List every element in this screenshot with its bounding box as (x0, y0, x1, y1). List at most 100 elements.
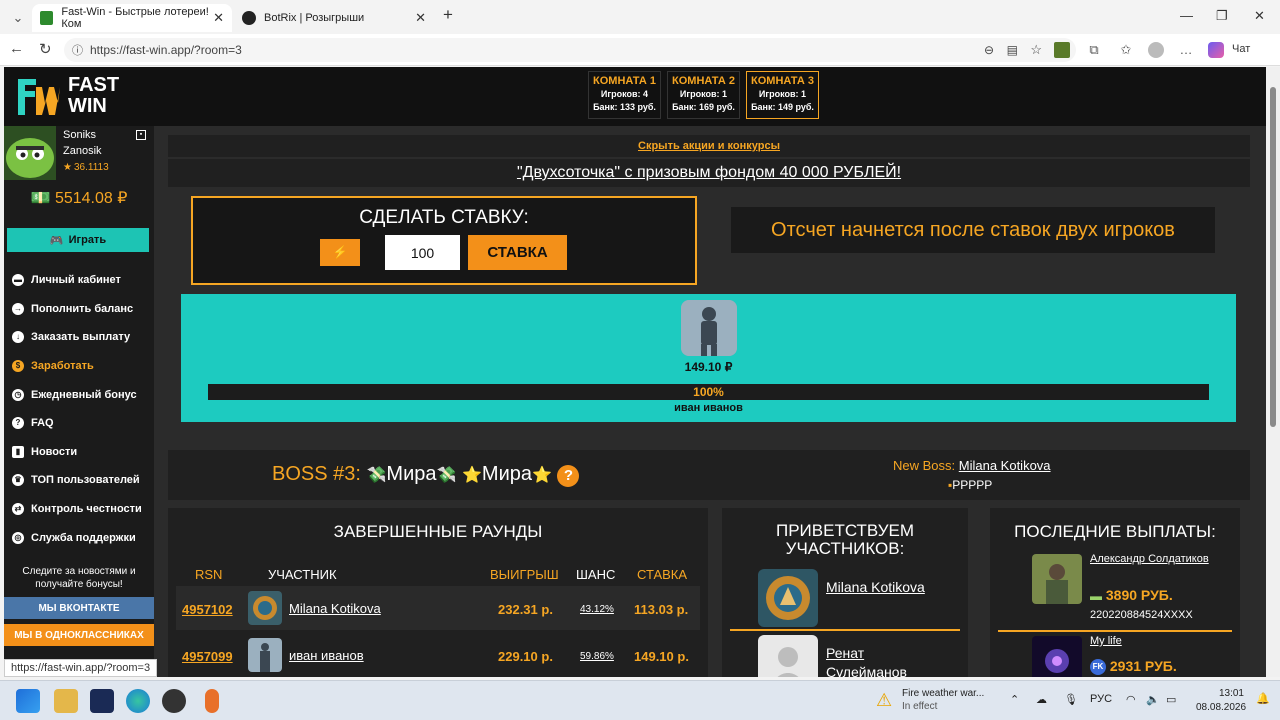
sidebar-item-news[interactable]: ▮ Новости (12, 438, 152, 467)
date-value: 08.08.2026 (1196, 702, 1247, 713)
room-1-tab[interactable]: КОМНАТА 1 Игроков: 4 Банк: 133 руб. (588, 71, 661, 119)
sidebar-item-deposit[interactable]: → Пополнить баланс (12, 295, 152, 324)
profile-icon[interactable] (1148, 42, 1164, 58)
close-tab-icon[interactable]: ✕ (213, 10, 224, 26)
clock[interactable]: 13:01 08.08.2026 (1196, 687, 1247, 715)
play-label: Играть (68, 234, 107, 246)
sidebar-item-top-users[interactable]: ♛ ТОП пользователей (12, 466, 152, 495)
menu-label: Новости (31, 445, 78, 458)
sidebar-item-faq[interactable]: ? FAQ (12, 409, 152, 438)
room-bank: Банк: 169 руб. (672, 102, 735, 112)
lightning-icon[interactable]: ⚡ (320, 239, 360, 266)
sidebar-item-fairness[interactable]: ⇄ Контроль честности (12, 495, 152, 524)
game-arena: 149.10 ₽ 100% иван иванов (181, 294, 1236, 422)
chat-label[interactable]: Чат (1232, 43, 1250, 55)
sidebar-item-cabinet[interactable]: ▬ Личный кабинет (12, 266, 152, 295)
file-explorer-icon[interactable] (54, 689, 78, 713)
app-icon[interactable] (162, 689, 186, 713)
edge-icon[interactable] (126, 689, 150, 713)
notification-icon[interactable]: 🔔 (1256, 692, 1270, 705)
round-id-link[interactable]: 4957102 (182, 602, 233, 617)
sidebar-menu: ▬ Личный кабинет → Пополнить баланс ↓ Заказ… (12, 266, 152, 552)
promo-banner[interactable]: "Двухсоточка" с призовым фондом 40 000 Р… (168, 159, 1250, 187)
fast-win-favicon-icon (40, 11, 54, 25)
bird-avatar-icon (4, 126, 56, 180)
extensions-icon[interactable]: ⧉ (1086, 42, 1102, 58)
col-rsn: RSN (195, 567, 223, 582)
new-boss-link[interactable]: Milana Kotikova (959, 458, 1051, 473)
sidebar-item-withdraw[interactable]: ↓ Заказать выплату (12, 323, 152, 352)
participant-link[interactable]: Milana Kotikova (289, 601, 381, 616)
app-icon[interactable] (90, 689, 114, 713)
microphone-app-icon[interactable] (205, 689, 219, 713)
avatar[interactable] (4, 126, 56, 180)
payout-user-link[interactable]: Александр Солдатиков (1090, 552, 1230, 567)
maximize-icon[interactable]: ❐ (1216, 8, 1228, 24)
back-icon[interactable]: ← (9, 40, 24, 57)
more-icon[interactable]: … (1178, 42, 1194, 58)
payout-user-link[interactable]: My life (1090, 634, 1230, 649)
microphone-icon[interactable]: 🎙 (1064, 693, 1078, 706)
vk-button[interactable]: МЫ ВКОНТАКТЕ (4, 597, 154, 619)
new-tab-icon[interactable]: + (443, 5, 453, 25)
weather-alert[interactable]: Fire weather war... In effect (902, 687, 984, 713)
start-icon[interactable] (16, 689, 40, 713)
room-3-tab[interactable]: КОМНАТА 3 Игроков: 1 Банк: 149 руб. (746, 71, 819, 119)
tab-botrix[interactable]: BotRix | Розыгрыши ✕ (234, 4, 434, 32)
completed-rounds-panel: ЗАВЕРШЕННЫЕ РАУНДЫ RSN УЧАСТНИК ВЫИГРЫШ … (168, 508, 708, 677)
member-link[interactable]: Milana Kotikova (826, 578, 946, 597)
sidebar-item-support[interactable]: ◎ Служба поддержки (12, 523, 152, 552)
sidebar-item-daily-bonus[interactable]: ◷ Ежедневный бонус (12, 380, 152, 409)
place-bet-button[interactable]: СТАВКА (468, 235, 567, 270)
close-window-icon[interactable]: ✕ (1254, 8, 1265, 24)
bet-value: 113.03 р. (634, 602, 689, 617)
copilot-icon[interactable] (1208, 42, 1224, 58)
chance-value[interactable]: 59.86% (580, 651, 614, 662)
tab-fast-win[interactable]: Fast-Win - Быстрые лотереи! Ком ✕ (32, 4, 232, 32)
reader-icon[interactable]: ▤ (1007, 43, 1018, 57)
divider (730, 629, 960, 631)
language-indicator[interactable]: РУС (1090, 693, 1112, 705)
zoom-icon[interactable]: ⊖ (984, 43, 994, 57)
payout-amount: FK 2931 РУБ. (1090, 658, 1177, 676)
question-icon[interactable]: ? (557, 465, 580, 487)
fast-win-logo[interactable]: FAST WIN (14, 73, 126, 119)
minimize-icon[interactable]: — (1180, 8, 1193, 23)
member-link[interactable]: Ренат Сулейманов (826, 644, 946, 677)
play-button[interactable]: 🎮 Играть (7, 228, 149, 252)
bet-amount-input[interactable] (385, 235, 460, 270)
favorites-icon[interactable]: ✩ (1118, 42, 1134, 58)
wifi-icon[interactable]: ◠ (1126, 693, 1136, 706)
chance-value[interactable]: 43.12% (580, 604, 614, 615)
site-info-icon[interactable]: ⓘ (72, 42, 83, 58)
col-chance: ШАНС (576, 567, 616, 582)
room-2-tab[interactable]: КОМНАТА 2 Игроков: 1 Банк: 169 руб. (667, 71, 740, 119)
clock-icon: ◷ (12, 388, 24, 401)
logo-text-top: FAST (68, 74, 120, 96)
avatar (1032, 636, 1082, 677)
favorite-icon[interactable]: ☆ (1030, 42, 1042, 58)
hide-promos-link[interactable]: Скрыть акции и конкурсы (168, 135, 1250, 157)
refresh-icon[interactable]: ↻ (39, 40, 52, 58)
page-scrollbar[interactable] (1266, 67, 1280, 677)
round-id-link[interactable]: 4957099 (182, 649, 233, 664)
participant-link[interactable]: иван иванов (289, 648, 364, 663)
countdown-status: Отсчет начнется после ставок двух игроко… (731, 207, 1215, 253)
tab-actions-chevron-icon[interactable]: ⌄ (10, 10, 26, 26)
cloud-icon[interactable]: ☁ (1036, 693, 1047, 706)
ok-button[interactable]: МЫ В ОДНОКЛАССНИКАХ (4, 624, 154, 646)
battery-icon[interactable]: ▭ (1166, 693, 1176, 706)
extension-icon[interactable] (1054, 42, 1070, 58)
logout-icon[interactable]: ▪ (136, 130, 146, 140)
vk-label: МЫ ВКОНТАКТЕ (38, 602, 120, 614)
sidebar-item-earn[interactable]: $ Заработать (12, 352, 152, 381)
chevron-up-icon[interactable]: ⌃ (1010, 693, 1019, 706)
close-tab-icon[interactable]: ✕ (415, 10, 426, 26)
wallet-icon: ▬ (12, 274, 24, 287)
gamepad-icon: 🎮 (49, 234, 64, 247)
player-avatar (681, 300, 737, 356)
scrollbar-thumb[interactable] (1270, 87, 1276, 427)
volume-icon[interactable]: 🔈 (1146, 693, 1160, 706)
win-value: 229.10 р. (498, 649, 553, 664)
url-field[interactable]: ⓘ https://fast-win.app/?room=3 ⊖ ▤ ☆ (64, 38, 1076, 62)
